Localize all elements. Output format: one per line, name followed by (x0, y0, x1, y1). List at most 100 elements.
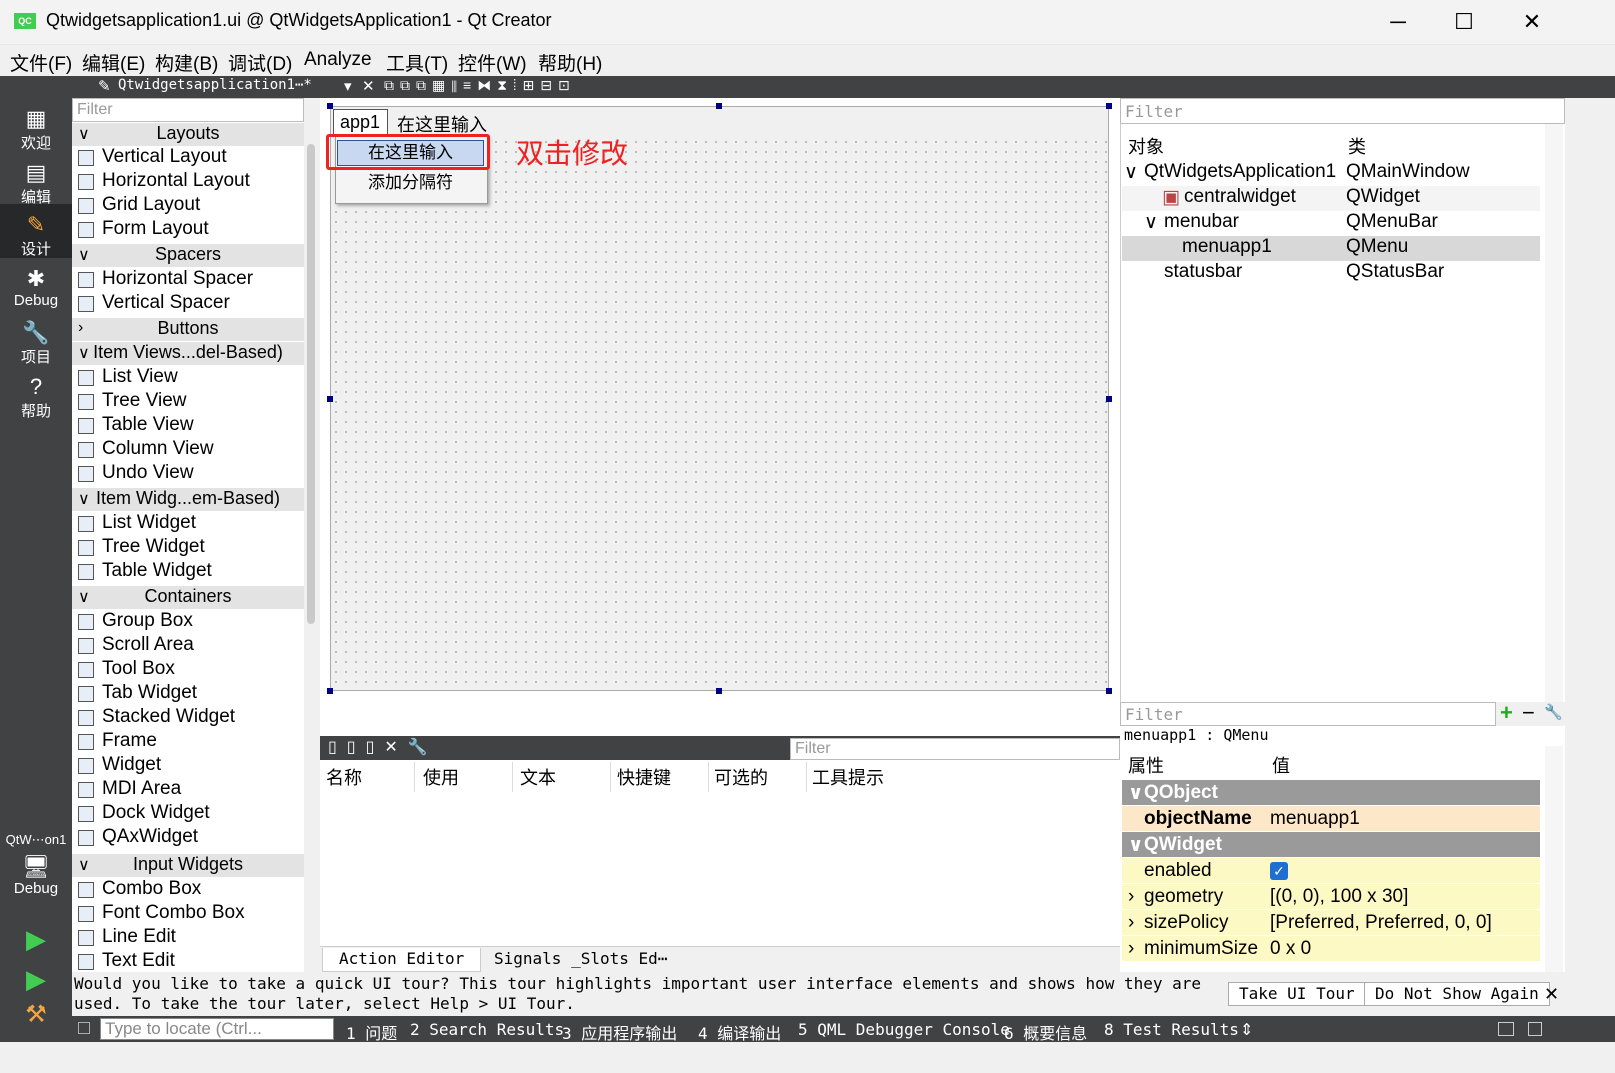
widget-column-view[interactable]: Column View (72, 438, 304, 462)
take-ui-tour-button[interactable]: Take UI Tour (1228, 982, 1366, 1006)
header-class[interactable]: 类 (1348, 133, 1366, 159)
header-object[interactable]: 对象 (1128, 133, 1164, 159)
widget-vertical-spacer[interactable]: Vertical Spacer (72, 292, 304, 316)
add-property-icon[interactable]: + (1500, 700, 1513, 726)
kit-selector[interactable]: 🖥 Debug (0, 854, 72, 897)
column-checkable[interactable]: 可选的 (714, 764, 768, 790)
category-spacers[interactable]: ∨ Spacers (72, 243, 304, 267)
widget-form-layout[interactable]: Form Layout (72, 218, 304, 242)
widget-table-view[interactable]: Table View (72, 414, 304, 438)
maximize-button[interactable]: ☐ (1430, 0, 1498, 44)
toggle-output-icon[interactable] (1528, 1022, 1542, 1036)
run-icon[interactable]: ▶ (0, 924, 72, 955)
mode-edit[interactable]: ▤ 编辑 (0, 160, 72, 207)
widget-tab-widget[interactable]: Tab Widget (72, 682, 304, 706)
pane-test-results[interactable]: 8 Test Results (1104, 1020, 1239, 1039)
widget-qaxwidget[interactable]: QAxWidget (72, 826, 304, 850)
pane-compile-output[interactable]: 4 编译输出 (698, 1020, 781, 1044)
pane-qml-debugger-console[interactable]: 5 QML Debugger Console (798, 1020, 1010, 1039)
dropdown-add-separator[interactable]: 添加分隔符 (337, 170, 484, 196)
pane-issues[interactable]: 1 问题 (346, 1020, 397, 1044)
column-tooltip[interactable]: 工具提示 (812, 764, 884, 790)
do-not-show-again-button[interactable]: Do Not Show Again (1364, 982, 1550, 1006)
menu-edit[interactable]: 编辑(E) (82, 49, 145, 76)
close-file-button[interactable]: ✕ (362, 77, 375, 95)
file-dropdown[interactable]: ▾ (344, 77, 352, 95)
section-qwidget[interactable]: ∨ QWidget (1122, 832, 1540, 858)
object-inspector-scrollbar[interactable] (1545, 124, 1563, 702)
category-layouts[interactable]: ∨ Layouts (72, 122, 304, 146)
widget-undo-view[interactable]: Undo View (72, 462, 304, 486)
layout-tools-icons[interactable]: ⧉⧉⧉▦⦀≡⧓⧗⦙⊞⊟⊡ (384, 77, 576, 94)
widget-box-filter[interactable]: Filter (72, 98, 304, 122)
action-editor-filter[interactable]: Filter (790, 738, 1120, 760)
widget-vertical-layout[interactable]: Vertical Layout (72, 146, 304, 170)
category-item-views[interactable]: ∨ Item Views...del-Based) (72, 341, 304, 365)
mode-design[interactable]: ✎ 设计 (0, 204, 72, 258)
locator-input[interactable]: Type to locate (Ctrl... (100, 1018, 334, 1040)
build-hammer-icon[interactable]: ⚒ (0, 1000, 72, 1029)
resize-handle[interactable] (327, 396, 333, 402)
header-value[interactable]: 值 (1272, 752, 1290, 778)
property-row-sizepolicy[interactable]: › sizePolicy [Preferred, Preferred, 0, 0… (1122, 910, 1540, 936)
widget-mdi-area[interactable]: MDI Area (72, 778, 304, 802)
close-window-button[interactable]: ✕ (1498, 0, 1566, 44)
mode-projects[interactable]: 🔧 项目 (0, 320, 72, 367)
widget-grid-layout[interactable]: Grid Layout (72, 194, 304, 218)
menu-controls[interactable]: 控件(W) (458, 49, 527, 76)
section-qobject[interactable]: ∨ QObject (1122, 780, 1540, 806)
widget-box-scroll-thumb[interactable] (307, 144, 315, 624)
enabled-checkbox[interactable]: ✓ (1270, 862, 1288, 880)
property-editor-scrollbar[interactable] (1545, 746, 1563, 972)
menu-file[interactable]: 文件(F) (10, 49, 72, 76)
menu-build[interactable]: 构建(B) (155, 49, 218, 76)
widget-group-box[interactable]: Group Box (72, 610, 304, 634)
widget-stacked-widget[interactable]: Stacked Widget (72, 706, 304, 730)
resize-handle[interactable] (1106, 688, 1112, 694)
menu-analyze[interactable]: Analyze (304, 49, 372, 71)
progress-details-icon[interactable] (1498, 1022, 1514, 1036)
column-used[interactable]: 使用 (423, 764, 459, 790)
widget-widget[interactable]: Widget (72, 754, 304, 778)
debug-run-icon[interactable]: ▶ (0, 964, 72, 995)
property-row-geometry[interactable]: › geometry [(0, 0), 100 x 30] (1122, 884, 1540, 910)
column-shortcut[interactable]: 快捷键 (617, 764, 671, 790)
widget-frame[interactable]: Frame (72, 730, 304, 754)
open-file-name[interactable]: Qtwidgetsapplication1⋯* (118, 77, 312, 93)
menu-help[interactable]: 帮助(H) (538, 49, 602, 76)
resize-handle[interactable] (716, 103, 722, 109)
widget-font-combo-box[interactable]: Font Combo Box (72, 902, 304, 926)
widget-text-edit[interactable]: Text Edit (72, 950, 304, 974)
configure-icon[interactable]: 🔧 (1544, 703, 1563, 721)
form-menu-type-here[interactable]: 在这里输入 (392, 109, 492, 135)
remove-property-icon[interactable]: − (1522, 700, 1535, 726)
widget-horizontal-spacer[interactable]: Horizontal Spacer (72, 268, 304, 292)
pane-general-messages[interactable]: 6 概要信息 (1004, 1020, 1087, 1044)
property-row-minimumsize[interactable]: › minimumSize 0 x 0 (1122, 936, 1540, 962)
resize-handle[interactable] (716, 688, 722, 694)
widget-combo-box[interactable]: Combo Box (72, 878, 304, 902)
mode-help[interactable]: ? 帮助 (0, 374, 72, 421)
header-property[interactable]: 属性 (1128, 752, 1164, 778)
tab-signals-slots-editor[interactable]: Signals _Slots Ed⋯ (478, 948, 683, 972)
menu-debug[interactable]: 调试(D) (228, 49, 292, 76)
widget-horizontal-layout[interactable]: Horizontal Layout (72, 170, 304, 194)
object-inspector-filter[interactable]: Filter (1120, 98, 1565, 124)
tree-row[interactable]: statusbar QStatusBar (1122, 261, 1540, 286)
toggle-sidebar-icon[interactable] (78, 1022, 90, 1034)
resize-handle[interactable] (327, 688, 333, 694)
widget-line-edit[interactable]: Line Edit (72, 926, 304, 950)
property-row-enabled[interactable]: enabled ✓ (1122, 858, 1540, 884)
category-containers[interactable]: ∨ Containers (72, 585, 304, 609)
mode-debug[interactable]: ✱ Debug (0, 266, 72, 309)
property-row-objectname[interactable]: objectName menuapp1 (1122, 806, 1540, 832)
tree-row-selected[interactable]: menuapp1 QMenu (1122, 236, 1540, 261)
property-editor-filter[interactable]: Filter (1120, 702, 1496, 726)
pane-search-results[interactable]: 2 Search Results (410, 1020, 564, 1039)
kit-project-name[interactable]: QtW⋯on1 (0, 832, 72, 848)
widget-tree-view[interactable]: Tree View (72, 390, 304, 414)
tree-row[interactable]: ∨ menubar QMenuBar (1122, 211, 1540, 236)
column-name[interactable]: 名称 (326, 764, 362, 790)
category-item-widgets[interactable]: ∨ Item Widg...em-Based) (72, 487, 304, 511)
close-tour-icon[interactable]: ✕ (1544, 984, 1559, 1005)
